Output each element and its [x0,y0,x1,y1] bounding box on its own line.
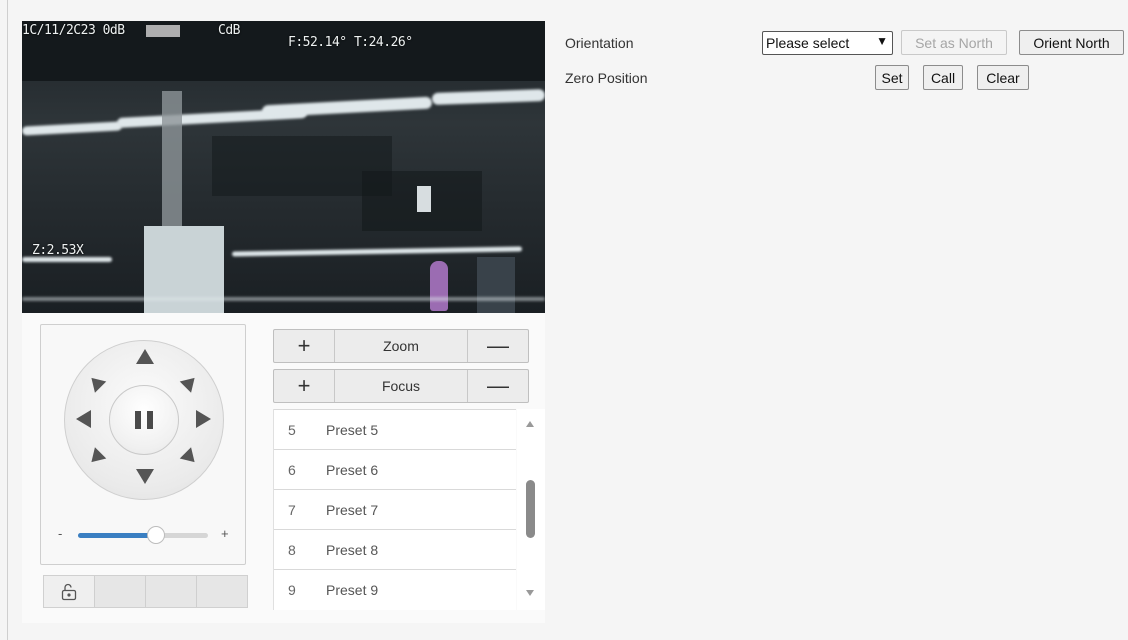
orientation-select[interactable]: Please select ▼ [762,31,893,55]
zoom-label: Zoom [334,330,468,362]
orientation-label: Orientation [565,35,634,51]
left-divider [7,0,8,640]
scroll-up-icon[interactable] [526,421,534,427]
arrow-left-icon[interactable] [76,410,91,428]
zoom-out-button[interactable]: — [468,330,528,362]
zero-set-button[interactable]: Set [875,65,909,90]
preset-name: Preset 6 [326,461,379,478]
speed-slider-handle[interactable] [147,526,165,544]
pause-button[interactable] [109,385,179,455]
preset-name: Preset 5 [326,421,379,438]
preset-item[interactable]: 6 Preset 6 [274,449,516,489]
lock-button[interactable] [44,576,95,607]
osd-masked-text [146,25,180,37]
focus-control: + Focus — [273,369,529,403]
tool-button-4[interactable] [197,576,247,607]
zero-position-label: Zero Position [565,70,648,86]
zoom-control: + Zoom — [273,329,529,363]
arrow-up-icon[interactable] [136,349,154,364]
preset-scrollbar[interactable] [517,409,545,610]
tool-button-3[interactable] [146,576,197,607]
osd-focus-tilt: F:52.14° T:24.26° [288,35,413,50]
orient-north-button[interactable]: Orient North [1019,30,1124,55]
tool-button-2[interactable] [95,576,146,607]
scroll-down-icon[interactable] [526,590,534,596]
preset-item[interactable]: 5 Preset 5 [274,409,516,449]
arrow-down-icon[interactable] [136,469,154,484]
speed-minus-label: - [58,526,63,541]
lock-icon [61,583,77,600]
focus-near-button[interactable]: + [274,370,334,402]
scroll-thumb[interactable] [526,480,535,538]
ptz-tool-row [43,575,248,608]
speed-slider-fill [78,533,156,538]
pause-icon [135,411,141,429]
zoom-in-button[interactable]: + [274,330,334,362]
preset-list: 5 Preset 5 6 Preset 6 7 Preset 7 8 Prese… [273,409,516,610]
arrow-right-icon[interactable] [196,410,211,428]
orientation-select-value: Please select [766,35,850,51]
set-as-north-button[interactable]: Set as North [901,30,1007,55]
zero-clear-button[interactable]: Clear [977,65,1029,90]
zero-call-button[interactable]: Call [923,65,963,90]
speed-plus-label: + [221,526,229,541]
focus-label: Focus [334,370,468,402]
osd-extra: CdB [218,23,240,38]
preset-name: Preset 8 [326,541,379,558]
osd-zoom: Z:2.53X [32,243,84,258]
preset-item[interactable]: 9 Preset 9 [274,569,516,609]
preset-item[interactable]: 7 Preset 7 [274,489,516,529]
speed-slider[interactable] [78,526,208,544]
preset-name: Preset 9 [326,581,379,598]
chevron-down-icon: ▼ [876,34,888,48]
live-video-view[interactable]: 1C/11/2C23 0dB CdB F:52.14° T:24.26° Z:2… [22,21,545,313]
preset-item[interactable]: 8 Preset 8 [274,529,516,569]
preset-name: Preset 7 [326,501,379,518]
focus-far-button[interactable]: — [468,370,528,402]
osd-datetime: 1C/11/2C23 0dB [22,23,125,38]
